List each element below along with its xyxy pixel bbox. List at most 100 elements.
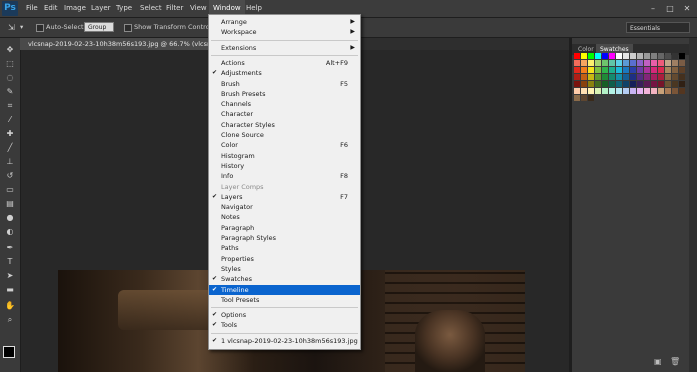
menu-item-character-styles[interactable]: Character Styles <box>209 120 360 130</box>
color-swatch[interactable] <box>672 67 678 73</box>
color-swatch[interactable] <box>602 53 608 59</box>
color-swatch[interactable] <box>581 60 587 66</box>
color-swatch[interactable] <box>574 95 580 101</box>
color-swatch[interactable] <box>595 74 601 80</box>
color-swatch[interactable] <box>623 53 629 59</box>
color-swatch[interactable] <box>588 88 594 94</box>
color-swatch[interactable] <box>637 67 643 73</box>
color-swatch[interactable] <box>630 74 636 80</box>
color-swatch[interactable] <box>595 53 601 59</box>
color-swatch[interactable] <box>602 88 608 94</box>
color-swatch[interactable] <box>588 95 594 101</box>
color-swatch[interactable] <box>616 74 622 80</box>
color-swatch[interactable] <box>644 53 650 59</box>
color-swatch[interactable] <box>644 88 650 94</box>
menu-item-actions[interactable]: Actions Alt+F9 <box>209 58 360 68</box>
color-swatch[interactable] <box>658 88 664 94</box>
menu-image[interactable]: Image <box>64 0 86 17</box>
color-swatch[interactable] <box>651 53 657 59</box>
move-tool-icon[interactable]: ✥ <box>3 44 17 55</box>
menu-item-histogram[interactable]: Histogram <box>209 151 360 161</box>
document-tab[interactable]: vlcsnap-2019-02-23-10h38m56s193.jpg @ 66… <box>20 38 220 50</box>
minimize-icon[interactable]: – <box>645 0 661 17</box>
color-swatch[interactable] <box>658 60 664 66</box>
menu-type[interactable]: Type <box>116 0 132 17</box>
color-swatch[interactable] <box>623 81 629 87</box>
color-swatch[interactable] <box>602 60 608 66</box>
color-swatch[interactable] <box>651 67 657 73</box>
menu-item-info[interactable]: Info F8 <box>209 171 360 181</box>
color-swatch[interactable] <box>637 88 643 94</box>
color-swatch[interactable] <box>637 53 643 59</box>
color-swatch[interactable] <box>609 88 615 94</box>
menu-item-paragraph[interactable]: Paragraph <box>209 223 360 233</box>
color-swatch[interactable] <box>679 53 685 59</box>
color-swatch[interactable] <box>658 74 664 80</box>
color-swatch[interactable] <box>602 67 608 73</box>
menu-item-clone-source[interactable]: Clone Source <box>209 130 360 140</box>
eyedropper-tool-icon[interactable]: ⁄ <box>3 114 17 125</box>
color-swatch[interactable] <box>644 74 650 80</box>
path-select-tool-icon[interactable]: ➤ <box>3 270 17 281</box>
menu-item-notes[interactable]: Notes <box>209 212 360 222</box>
menu-view[interactable]: View <box>190 0 207 17</box>
color-swatch[interactable] <box>581 88 587 94</box>
color-swatch[interactable] <box>581 81 587 87</box>
color-swatch[interactable] <box>630 81 636 87</box>
color-swatch[interactable] <box>574 74 580 80</box>
color-swatch[interactable] <box>616 88 622 94</box>
menu-item-workspace[interactable]: Workspace ▶ <box>209 27 360 37</box>
color-swatch[interactable] <box>672 74 678 80</box>
color-swatch[interactable] <box>651 74 657 80</box>
color-swatch[interactable] <box>630 60 636 66</box>
color-swatch[interactable] <box>623 60 629 66</box>
menu-item-properties[interactable]: Properties <box>209 254 360 264</box>
color-swatch[interactable] <box>658 67 664 73</box>
color-swatch[interactable] <box>616 67 622 73</box>
menu-item-options[interactable]: ✔ Options <box>209 310 360 320</box>
color-swatch[interactable] <box>609 67 615 73</box>
menu-item-history[interactable]: History <box>209 161 360 171</box>
close-icon[interactable]: ✕ <box>679 0 695 17</box>
color-swatch[interactable] <box>665 67 671 73</box>
dodge-tool-icon[interactable]: ◐ <box>3 226 17 237</box>
menu-edit[interactable]: Edit <box>44 0 58 17</box>
menu-item-color[interactable]: Color F6 <box>209 140 360 150</box>
color-swatch[interactable] <box>595 81 601 87</box>
color-swatch[interactable] <box>637 74 643 80</box>
color-swatch[interactable] <box>672 88 678 94</box>
color-swatch[interactable] <box>574 60 580 66</box>
history-brush-tool-icon[interactable]: ↺ <box>3 170 17 181</box>
menu-item-brush-presets[interactable]: Brush Presets <box>209 89 360 99</box>
menu-item-brush[interactable]: Brush F5 <box>209 79 360 89</box>
color-swatch[interactable] <box>574 53 580 59</box>
menu-item-adjustments[interactable]: ✔ Adjustments <box>209 68 360 78</box>
color-swatch[interactable] <box>672 53 678 59</box>
color-swatch[interactable] <box>581 95 587 101</box>
hand-tool-icon[interactable]: ✋ <box>3 300 17 311</box>
color-swatch[interactable] <box>679 60 685 66</box>
menu-item-tool-presets[interactable]: Tool Presets <box>209 295 360 305</box>
color-swatch[interactable] <box>581 53 587 59</box>
menu-item-extensions[interactable]: Extensions ▶ <box>209 43 360 53</box>
marquee-tool-icon[interactable]: ⬚ <box>3 58 17 69</box>
menu-item-paths[interactable]: Paths <box>209 243 360 253</box>
color-swatch[interactable] <box>679 67 685 73</box>
trash-icon[interactable]: 🗑 <box>670 357 680 366</box>
menu-item-navigator[interactable]: Navigator <box>209 202 360 212</box>
color-swatch[interactable] <box>630 67 636 73</box>
color-swatch[interactable] <box>679 81 685 87</box>
color-swatch[interactable] <box>574 67 580 73</box>
color-swatch[interactable] <box>644 60 650 66</box>
color-swatch[interactable] <box>609 60 615 66</box>
color-swatch[interactable] <box>616 60 622 66</box>
blur-tool-icon[interactable]: ● <box>3 212 17 223</box>
color-swatch[interactable] <box>672 60 678 66</box>
menu-item-timeline[interactable]: ✔ Timeline <box>209 284 360 295</box>
color-swatch[interactable] <box>665 81 671 87</box>
color-swatch[interactable] <box>602 74 608 80</box>
color-swatch[interactable] <box>602 81 608 87</box>
menu-layer[interactable]: Layer <box>91 0 111 17</box>
color-swatch[interactable] <box>630 88 636 94</box>
color-swatch[interactable] <box>658 81 664 87</box>
